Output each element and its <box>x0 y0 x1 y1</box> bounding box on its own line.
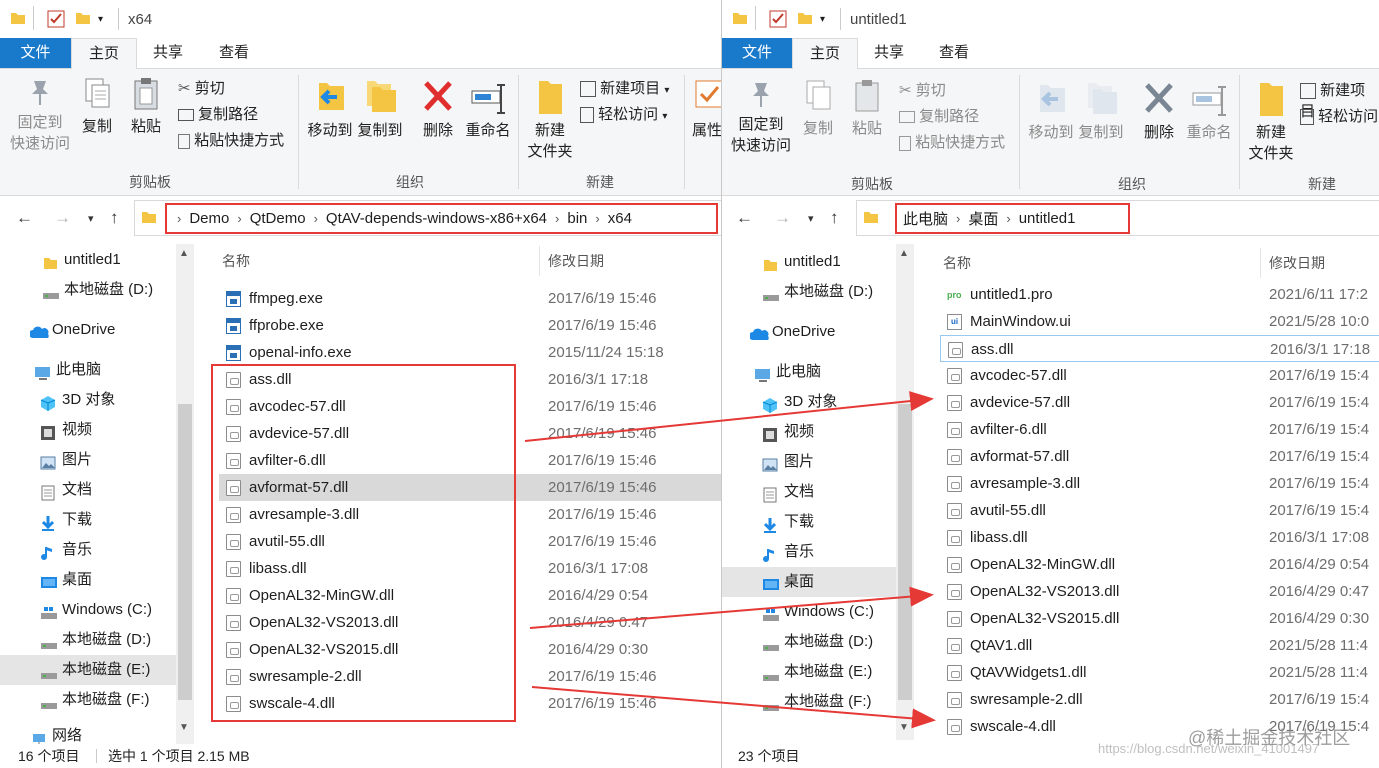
annotation-arrow <box>529 586 934 629</box>
annotation-arrow <box>524 391 934 442</box>
watermark-brand: @稀土掘金技术社区 <box>1188 728 1351 748</box>
annotation-arrows <box>524 391 936 729</box>
annotation-arrow <box>531 686 936 729</box>
